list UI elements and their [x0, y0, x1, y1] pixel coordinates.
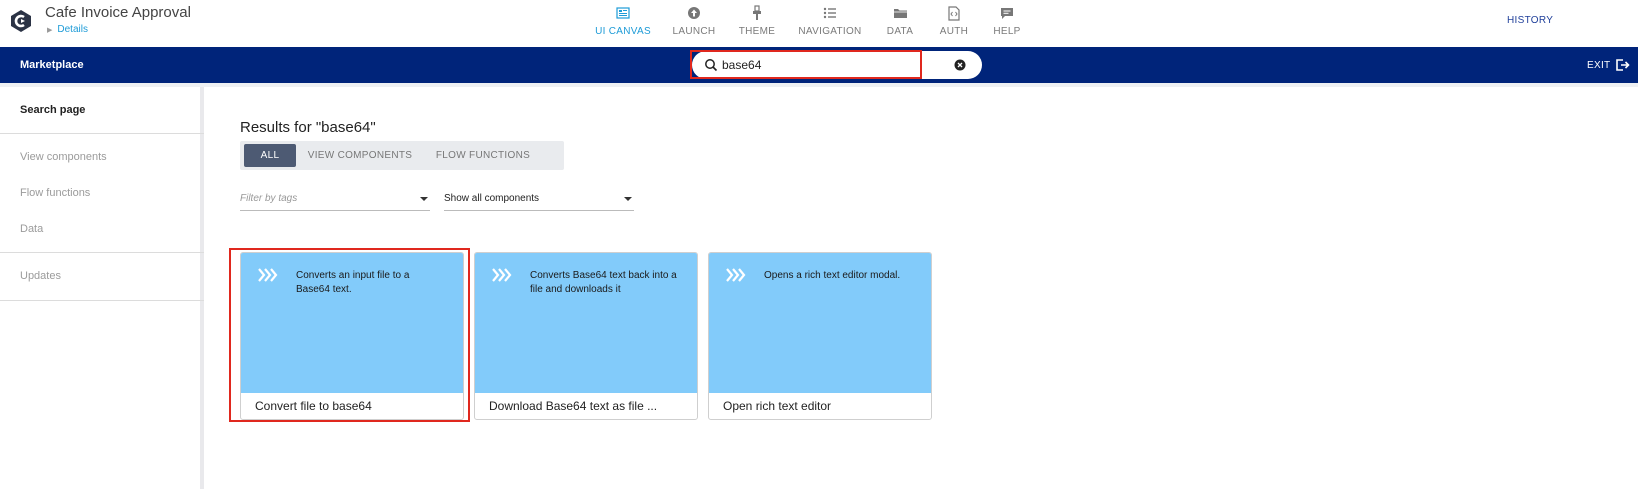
exit-label: EXIT — [1587, 59, 1611, 71]
ui-canvas-icon — [615, 5, 631, 21]
tab-label: THEME — [738, 26, 776, 37]
card-description: Converts Base64 text back into a file an… — [530, 270, 677, 295]
flow-function-chevrons-icon — [492, 268, 512, 282]
exit-icon — [1616, 59, 1631, 71]
component-filter-value: Show all components — [444, 193, 540, 204]
component-filter-dropdown[interactable]: Show all components — [444, 189, 634, 211]
theme-icon — [749, 5, 765, 21]
card-preview: Opens a rich text editor modal. — [709, 253, 931, 393]
tag-filter-dropdown[interactable]: Filter by tags — [240, 189, 430, 211]
filter-tab-flow-functions[interactable]: FLOW FUNCTIONS — [424, 144, 542, 167]
sidebar-item-view-components[interactable]: View components — [20, 151, 107, 163]
launch-icon — [686, 5, 702, 21]
card-highlight-box — [229, 248, 470, 422]
app-logo-icon — [11, 10, 31, 32]
marketplace-title: Marketplace — [20, 59, 84, 71]
tab-ui-canvas[interactable]: UI CANVAS — [585, 0, 661, 47]
top-bar: Cafe Invoice Approval ▶ Details UI CANVAS… — [0, 0, 1638, 47]
tab-data[interactable]: DATA — [873, 0, 927, 47]
sidebar-divider — [0, 252, 204, 253]
tab-label: LAUNCH — [672, 26, 716, 37]
card-name: Open rich text editor — [723, 399, 832, 413]
tab-label: NAVIGATION — [798, 26, 862, 37]
caret-right-icon: ▶ — [47, 27, 53, 34]
component-card[interactable]: Converts Base64 text back into a file an… — [474, 252, 698, 420]
tab-theme[interactable]: THEME — [727, 0, 787, 47]
details-label: Details — [57, 24, 88, 35]
filter-tab-view-components[interactable]: VIEW COMPONENTS — [296, 144, 424, 167]
flow-function-chevrons-icon — [726, 268, 746, 282]
card-name: Download Base64 text as file ... — [489, 399, 658, 413]
card-preview: Converts Base64 text back into a file an… — [475, 253, 697, 393]
sidebar-divider — [0, 300, 204, 301]
component-card[interactable]: Opens a rich text editor modal. Open ric… — [708, 252, 932, 420]
history-link[interactable]: HISTORY — [1507, 15, 1553, 26]
sidebar: Search page View components Flow functio… — [0, 87, 204, 489]
details-link[interactable]: ▶ Details — [47, 24, 88, 35]
clear-search-icon[interactable] — [954, 59, 966, 71]
app-title: Cafe Invoice Approval — [45, 4, 191, 21]
exit-button[interactable]: EXIT — [1587, 59, 1631, 71]
tag-filter-placeholder: Filter by tags — [240, 193, 298, 204]
tab-label: DATA — [886, 26, 914, 37]
auth-file-icon — [946, 5, 962, 21]
card-description: Opens a rich text editor modal. — [764, 270, 901, 281]
tab-auth[interactable]: AUTH — [927, 0, 981, 47]
tab-label: AUTH — [939, 26, 969, 37]
sidebar-divider — [0, 133, 204, 134]
results-title: Results for "base64" — [240, 119, 376, 136]
chevron-down-icon — [624, 197, 632, 201]
tab-launch[interactable]: LAUNCH — [661, 0, 727, 47]
tab-navigation[interactable]: NAVIGATION — [787, 0, 873, 47]
tab-label: UI CANVAS — [595, 26, 651, 37]
filter-tab-all[interactable]: ALL — [244, 144, 296, 167]
sidebar-item-flow-functions[interactable]: Flow functions — [20, 187, 90, 199]
tab-label: HELP — [993, 26, 1021, 37]
search-highlight-box — [690, 50, 922, 79]
sidebar-item-updates[interactable]: Updates — [20, 270, 61, 282]
sidebar-item-data[interactable]: Data — [20, 223, 43, 235]
tab-help[interactable]: HELP — [981, 0, 1033, 47]
filter-tabs: ALL VIEW COMPONENTS FLOW FUNCTIONS — [240, 141, 564, 170]
folder-icon — [892, 5, 908, 21]
navigation-icon — [822, 5, 838, 21]
chat-icon — [999, 5, 1015, 21]
main-nav: UI CANVAS LAUNCH THEME NAVIGATION DATA A… — [585, 0, 1033, 47]
sidebar-item-search-page[interactable]: Search page — [20, 104, 85, 116]
chevron-down-icon — [420, 197, 428, 201]
